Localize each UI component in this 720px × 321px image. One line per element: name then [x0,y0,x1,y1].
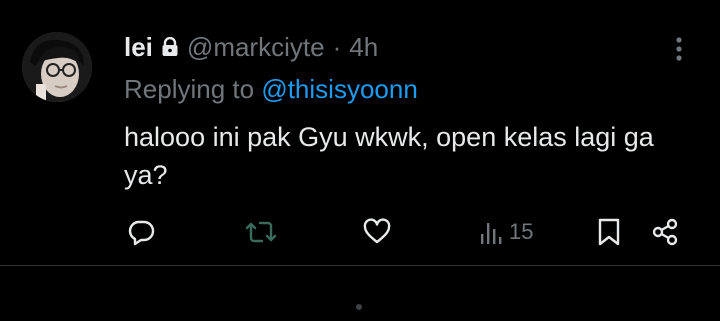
reply-button[interactable] [126,216,156,248]
like-button[interactable] [362,216,392,248]
heart-icon [363,218,391,244]
share-button[interactable] [650,216,680,248]
timestamp[interactable]: 4h [349,32,378,63]
share-icon [652,218,678,246]
views-icon [481,223,502,244]
replying-mention-link[interactable]: @thisisyoonn [261,74,417,104]
replying-to-line: Replying to @thisisyoonn [124,74,418,105]
lock-icon [161,37,179,57]
more-vertical-icon[interactable] [664,34,694,64]
replying-prefix: Replying to [124,74,255,104]
tweet-card[interactable]: lei @markciyte · 4h Replying to @thisisy… [0,0,720,265]
retweet-button[interactable] [245,216,277,248]
loading-dot [356,304,362,310]
views-count: 15 [509,219,534,244]
tweet-text: halooo ini pak Gyu wkwk, open kelas lagi… [124,122,654,190]
avatar[interactable] [22,32,92,102]
user-handle[interactable]: @markciyte [187,32,325,63]
tweet-header: lei @markciyte · 4h [124,30,378,64]
tweet-divider [0,265,720,266]
avatar-image [22,32,92,102]
retweet-icon [245,221,277,243]
views-button[interactable]: 15 [479,216,533,248]
action-bar: 15 [0,212,720,252]
display-name[interactable]: lei [124,32,153,63]
bookmark-button[interactable] [596,216,622,248]
reply-icon [128,220,155,246]
separator-dot: · [332,31,342,62]
bookmark-icon [598,218,620,246]
